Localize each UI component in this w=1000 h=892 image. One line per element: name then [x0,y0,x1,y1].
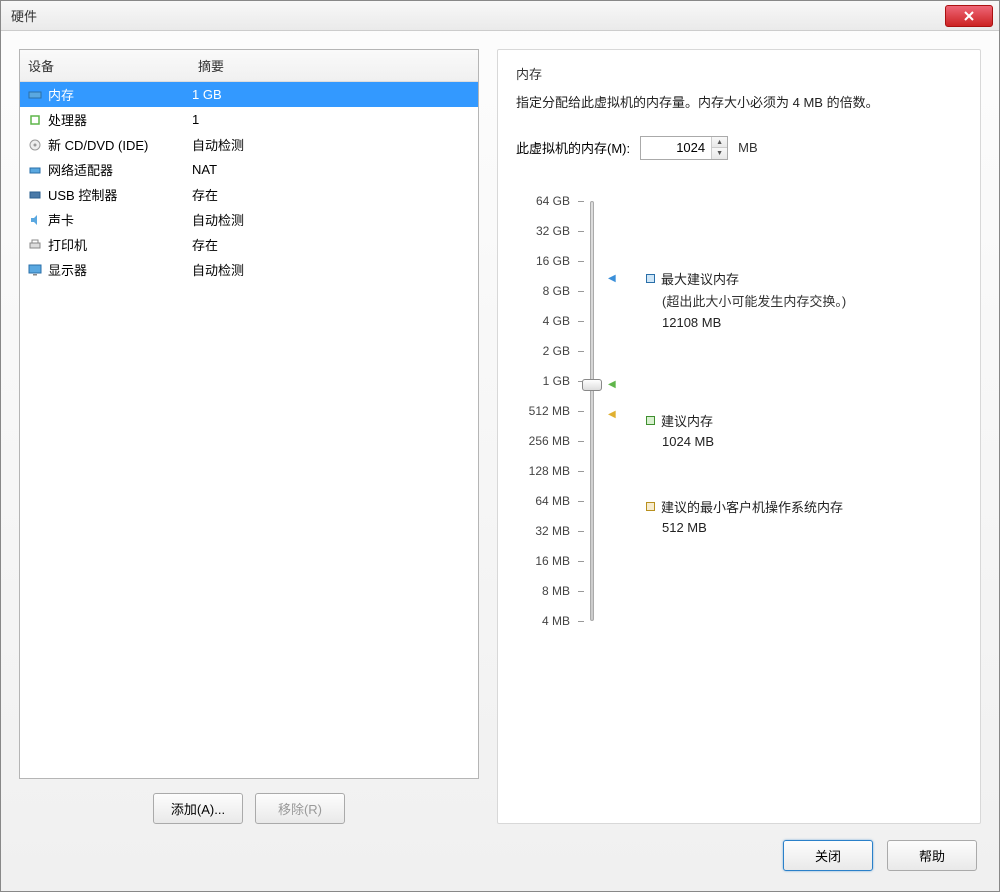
slider-tick: 64 MB [516,486,576,516]
device-summary: 自动检测 [192,135,472,154]
device-row-printer[interactable]: 打印机 存在 [20,232,478,257]
close-button[interactable]: 关闭 [783,840,873,871]
memory-unit: MB [738,140,758,155]
display-icon [26,262,44,278]
close-icon[interactable] [945,5,993,27]
device-row-usb[interactable]: USB 控制器 存在 [20,182,478,207]
slider-tick: 8 MB [516,576,576,606]
device-name: 打印机 [48,235,87,254]
slider-thumb[interactable] [582,379,602,391]
legend-max: 最大建议内存 (超出此大小可能发生内存交换。) 12108 MB [646,269,962,331]
memory-panel: 内存 指定分配给此虚拟机的内存量。内存大小必须为 4 MB 的倍数。 此虚拟机的… [497,49,981,824]
device-list: 设备 摘要 内存1 GB处理器1新 CD/DVD (IDE)自动检测网络适配器N… [19,49,479,779]
legend-min: 建议的最小客户机操作系统内存 512 MB [646,497,962,535]
dialog-buttons: 关闭 帮助 [19,824,981,873]
device-name: 网络适配器 [48,160,113,179]
memory-title: 内存 [516,64,962,83]
list-action-buttons: 添加(A)... 移除(R) [19,779,479,824]
memory-spinner[interactable]: ▲ ▼ [640,136,728,160]
slider-tick: 32 GB [516,216,576,246]
main-area: 设备 摘要 内存1 GB处理器1新 CD/DVD (IDE)自动检测网络适配器N… [19,49,981,824]
legend-min-swatch-icon [646,502,655,511]
legend-min-value: 512 MB [662,520,962,535]
memory-slider[interactable] [584,201,600,621]
slider-tick: 8 GB [516,276,576,306]
device-row-display[interactable]: 显示器 自动检测 [20,257,478,282]
slider-tick: 32 MB [516,516,576,546]
col-device-header[interactable]: 设备 [28,56,198,75]
device-summary: 自动检测 [192,210,472,229]
device-row-disc[interactable]: 新 CD/DVD (IDE) 自动检测 [20,132,478,157]
col-summary-header[interactable]: 摘要 [198,56,470,75]
device-name: 声卡 [48,210,74,229]
device-summary: NAT [192,162,472,177]
dialog-content: 设备 摘要 内存1 GB处理器1新 CD/DVD (IDE)自动检测网络适配器N… [1,31,999,891]
device-summary: 1 [192,112,472,127]
help-button[interactable]: 帮助 [887,840,977,871]
network-icon [26,162,44,178]
slider-markers: ◀ ◀ ◀ [608,201,628,621]
disc-icon [26,137,44,153]
legend-rec-label: 建议内存 [661,411,713,430]
memory-description: 指定分配给此虚拟机的内存量。内存大小必须为 4 MB 的倍数。 [516,93,962,114]
legend-max-note: (超出此大小可能发生内存交换。) [662,292,962,312]
slider-tick: 16 MB [516,546,576,576]
memory-slider-area: 64 GB32 GB16 GB8 GB4 GB2 GB1 GB512 MB256… [516,186,962,636]
slider-tick: 64 GB [516,186,576,216]
device-row-memory[interactable]: 内存 1 GB [20,82,478,107]
titlebar: 硬件 [1,1,999,31]
marker-rec-icon: ◀ [608,379,616,390]
slider-tick: 1 GB [516,366,576,396]
legend-max-swatch-icon [646,274,655,283]
usb-icon [26,187,44,203]
legend-max-label: 最大建议内存 [661,269,739,288]
device-name: USB 控制器 [48,185,117,204]
device-summary: 存在 [192,235,472,254]
device-list-body: 内存1 GB处理器1新 CD/DVD (IDE)自动检测网络适配器NATUSB … [20,82,478,282]
device-summary: 存在 [192,185,472,204]
device-row-network[interactable]: 网络适配器 NAT [20,157,478,182]
memory-input-row: 此虚拟机的内存(M): ▲ ▼ MB [516,136,962,160]
memory-input-label: 此虚拟机的内存(M): [516,138,630,157]
spinner-buttons: ▲ ▼ [711,137,727,159]
legend-rec-swatch-icon [646,416,655,425]
list-header: 设备 摘要 [20,50,478,82]
device-name: 处理器 [48,110,87,129]
memory-icon [26,87,44,103]
slider-track-line [590,201,594,621]
spinner-up-icon[interactable]: ▲ [712,137,727,149]
device-summary: 1 GB [192,87,472,102]
sound-icon [26,212,44,228]
device-name: 显示器 [48,260,87,279]
left-panel: 设备 摘要 内存1 GB处理器1新 CD/DVD (IDE)自动检测网络适配器N… [19,49,479,824]
add-button[interactable]: 添加(A)... [153,793,243,824]
cpu-icon [26,112,44,128]
printer-icon [26,237,44,253]
device-name: 新 CD/DVD (IDE) [48,135,148,154]
device-name: 内存 [48,85,74,104]
device-summary: 自动检测 [192,260,472,279]
slider-tick: 16 GB [516,246,576,276]
memory-legend: 最大建议内存 (超出此大小可能发生内存交换。) 12108 MB 建议内存 10… [636,201,962,621]
device-row-cpu[interactable]: 处理器 1 [20,107,478,132]
slider-tick: 4 MB [516,606,576,636]
slider-tick: 2 GB [516,336,576,366]
remove-button: 移除(R) [255,793,345,824]
spinner-down-icon[interactable]: ▼ [712,148,727,159]
slider-tick: 256 MB [516,426,576,456]
marker-min-icon: ◀ [608,409,616,420]
device-row-sound[interactable]: 声卡 自动检测 [20,207,478,232]
legend-rec: 建议内存 1024 MB [646,411,962,449]
legend-max-value: 12108 MB [662,315,962,330]
slider-tick: 4 GB [516,306,576,336]
memory-input[interactable] [641,137,711,159]
hardware-dialog: 硬件 设备 摘要 内存1 GB处理器1新 CD/DVD (IDE)自动检测网络适… [0,0,1000,892]
slider-tick: 128 MB [516,456,576,486]
slider-ticks: 64 GB32 GB16 GB8 GB4 GB2 GB1 GB512 MB256… [516,186,576,636]
window-title: 硬件 [11,6,945,25]
legend-rec-value: 1024 MB [662,434,962,449]
slider-tick: 512 MB [516,396,576,426]
marker-max-icon: ◀ [608,273,616,284]
legend-min-label: 建议的最小客户机操作系统内存 [661,497,843,516]
